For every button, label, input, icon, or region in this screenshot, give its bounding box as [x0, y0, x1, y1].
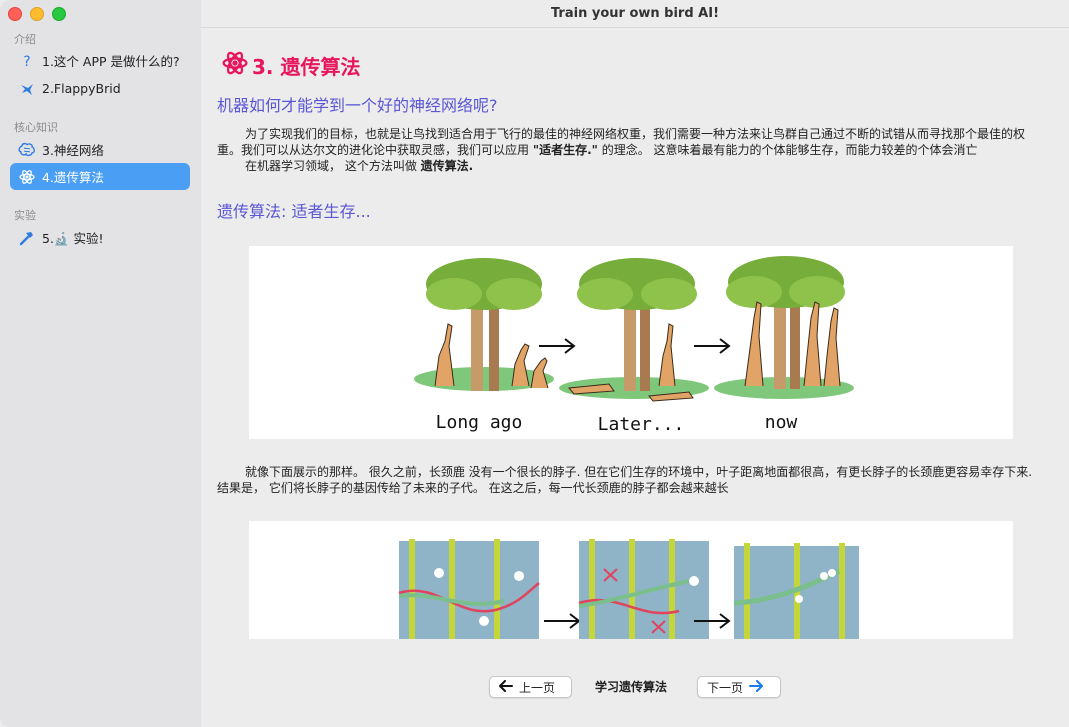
sidebar-item-flappybrid[interactable]: 2.FlappyBrid [10, 75, 190, 102]
svg-text:?: ? [23, 54, 30, 69]
sidebar-item-genetic-algorithm[interactable]: 4.遗传算法 [10, 163, 190, 190]
current-page-label: 学习遗传算法 [595, 680, 668, 694]
bird-paths-illustration [249, 521, 1013, 639]
sidebar-section-experiment: 实验 [14, 209, 36, 222]
giraffe-evolution-illustration: Long ago Later... now [249, 246, 1013, 439]
page-title-text: 3. 遗传算法 [252, 55, 361, 79]
main-content: 3. 遗传算法 机器如何才能学到一个好的神经网络呢? 为了实现我们的目标，也就是… [201, 28, 1069, 727]
sidebar-item-label: 5.🔬 实验! [42, 231, 104, 246]
page-title: 3. 遗传算法 [222, 50, 360, 81]
sidebar: 介绍 ? 1.这个 APP 是做什么的? 2.FlappyBrid 核心知识 3… [0, 0, 202, 727]
close-window-button[interactable] [8, 7, 22, 21]
brain-icon [18, 141, 36, 159]
zoom-window-button[interactable] [52, 7, 66, 21]
sidebar-item-neural-network[interactable]: 3.神经网络 [10, 136, 190, 163]
hammer-icon [18, 229, 36, 247]
window-title: Train your own bird AI! [201, 0, 1069, 28]
sidebar-item-label: 4.遗传算法 [42, 170, 104, 185]
atom-icon [222, 50, 248, 81]
giraffe-panel-now [714, 256, 854, 399]
arrow-right-icon [749, 679, 764, 695]
intro-text-bold: "适者生存." [532, 143, 598, 157]
sidebar-item-label: 3.神经网络 [42, 143, 104, 158]
method-text: 在机器学习领域， 这个方法叫做 [245, 159, 421, 173]
section-subheading: 遗传算法: 适者生存... [217, 202, 371, 221]
next-page-button[interactable]: 下一页 [697, 676, 781, 698]
giraffe-panel-long-ago [414, 258, 554, 391]
sidebar-item-label: 2.FlappyBrid [42, 81, 121, 96]
intro-paragraph: 为了实现我们的目标，也就是让鸟找到适合用于飞行的最佳的神经网络权重，我们需要一种… [217, 126, 1043, 174]
bird-panel-1 [398, 539, 540, 639]
giraffe-panel-later [559, 258, 709, 402]
giraffe-text: 就像下面展示的那样。 很久之前，长颈鹿 没有一个很长的脖子. 但在它们生存的环境… [217, 465, 1033, 495]
section-question: 机器如何才能学到一个好的神经网络呢? [217, 96, 498, 115]
arrow-icon [544, 613, 581, 629]
arrow-left-icon [499, 679, 513, 695]
app-window: 介绍 ? 1.这个 APP 是做什么的? 2.FlappyBrid 核心知识 3… [0, 0, 1069, 727]
question-icon: ? [18, 52, 36, 70]
page-navigation: 上一页 学习遗传算法 下一页 [201, 673, 1069, 703]
caption-later: Later... [598, 414, 685, 435]
sidebar-section-intro: 介绍 [14, 33, 36, 46]
sidebar-item-what-is-app[interactable]: ? 1.这个 APP 是做什么的? [10, 47, 190, 74]
bird-panel-2 [578, 539, 709, 639]
caption-now: now [765, 412, 798, 433]
method-bold: 遗传算法. [420, 159, 474, 173]
window-controls [8, 7, 66, 21]
arrow-icon [539, 338, 576, 354]
sidebar-item-experiment[interactable]: 5.🔬 实验! [10, 224, 190, 251]
intro-text-b: 的理念。 这意味着最有能力的个体能够生存，而能力较差的个体会消亡 [597, 143, 978, 157]
sidebar-section-core: 核心知识 [14, 121, 58, 134]
caption-long-ago: Long ago [436, 412, 523, 433]
previous-page-label: 上一页 [519, 680, 556, 695]
next-page-label: 下一页 [707, 680, 744, 695]
atom-icon [18, 168, 36, 186]
bird-icon [18, 80, 36, 98]
arrow-icon [694, 338, 731, 354]
previous-page-button[interactable]: 上一页 [489, 676, 572, 698]
giraffe-paragraph: 就像下面展示的那样。 很久之前，长颈鹿 没有一个很长的脖子. 但在它们生存的环境… [217, 464, 1043, 496]
sidebar-item-label: 1.这个 APP 是做什么的? [42, 54, 180, 69]
minimize-window-button[interactable] [30, 7, 44, 21]
bird-panel-3 [733, 543, 859, 639]
